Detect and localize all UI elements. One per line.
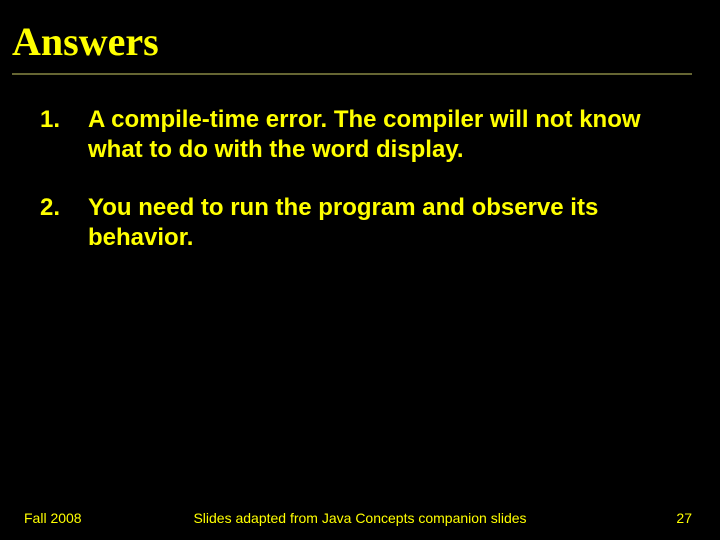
list-item: 1. A compile-time error. The compiler wi…	[40, 105, 680, 165]
slide-number: 27	[676, 510, 692, 526]
list-number: 2.	[40, 193, 88, 253]
list-item: 2. You need to run the program and obser…	[40, 193, 680, 253]
slide-content: 1. A compile-time error. The compiler wi…	[0, 75, 720, 253]
list-number: 1.	[40, 105, 88, 165]
footer-attribution: Slides adapted from Java Concepts compan…	[0, 510, 720, 526]
slide-footer: Fall 2008 Slides adapted from Java Conce…	[0, 510, 720, 526]
slide-title: Answers	[0, 0, 720, 73]
list-text: You need to run the program and observe …	[88, 193, 680, 253]
footer-term: Fall 2008	[24, 510, 82, 526]
list-text: A compile-time error. The compiler will …	[88, 105, 680, 165]
